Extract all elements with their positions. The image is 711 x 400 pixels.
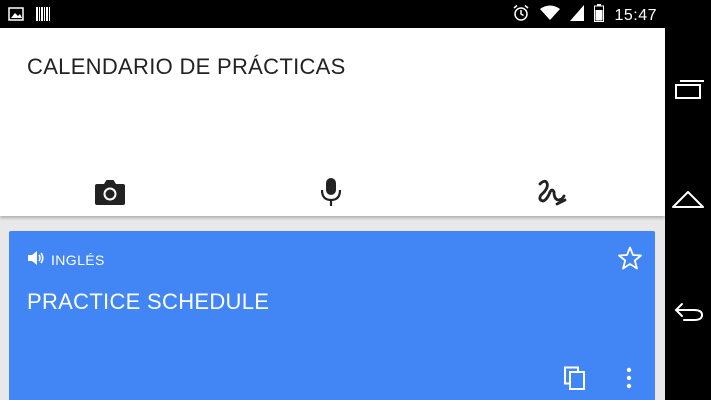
status-clock: 15:47 — [614, 6, 657, 24]
navigation-bar — [665, 0, 711, 400]
copy-icon[interactable] — [563, 366, 587, 390]
status-bar: 15:47 — [0, 0, 665, 28]
translate-app: CALENDARIO DE PRÁCTICAS INGLÉS PRACTICE … — [0, 28, 665, 400]
source-card: CALENDARIO DE PRÁCTICAS — [0, 28, 665, 216]
result-language-label: INGLÉS — [51, 251, 105, 268]
source-text[interactable]: CALENDARIO DE PRÁCTICAS — [27, 54, 346, 80]
barcode-icon — [36, 6, 50, 27]
status-bar-right: 15:47 — [512, 4, 657, 27]
recent-apps-icon[interactable] — [672, 74, 704, 106]
microphone-icon[interactable] — [315, 176, 347, 208]
input-methods — [0, 168, 665, 216]
status-bar-left — [8, 6, 50, 27]
result-language[interactable]: INGLÉS — [27, 250, 105, 269]
star-icon[interactable] — [617, 245, 643, 271]
result-text: PRACTICE SCHEDULE — [27, 289, 270, 314]
handwriting-icon[interactable] — [536, 176, 568, 208]
image-icon — [8, 7, 24, 26]
wifi-icon — [540, 5, 561, 26]
speaker-icon[interactable] — [27, 250, 45, 269]
more-icon[interactable] — [617, 366, 641, 390]
result-card[interactable]: INGLÉS PRACTICE SCHEDULE — [9, 231, 655, 400]
back-icon[interactable] — [672, 294, 704, 326]
battery-icon — [594, 4, 605, 27]
alarm-icon — [512, 4, 530, 27]
signal-icon — [570, 5, 585, 26]
home-icon[interactable] — [672, 183, 704, 215]
camera-icon[interactable] — [94, 176, 126, 208]
